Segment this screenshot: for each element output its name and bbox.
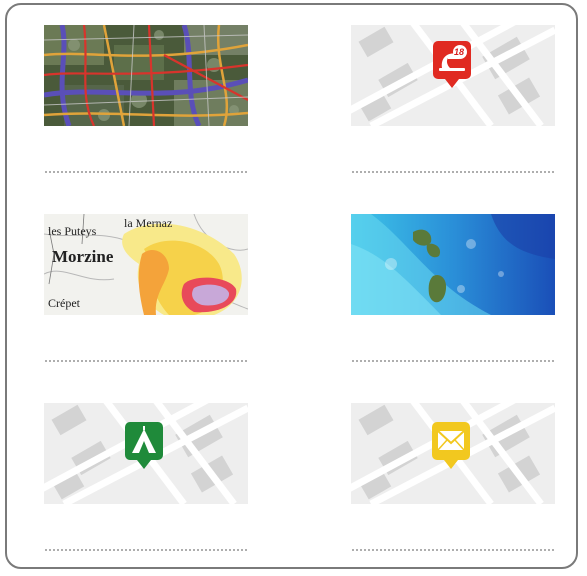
road-traffic-map [44, 25, 248, 126]
town-label-crepet: Crépet [48, 296, 80, 310]
answer-line-6 [351, 549, 555, 551]
post-office-pin [351, 403, 555, 504]
town-label-morzine: Morzine [52, 247, 114, 266]
town-label-la-mernaz: la Mernaz [124, 216, 173, 230]
answer-line-4 [351, 360, 555, 362]
fire-number-badge: 18 [454, 47, 465, 57]
answer-line-2 [351, 171, 555, 173]
campsite-pin [44, 403, 248, 504]
bathymetry-map [351, 214, 555, 315]
avalanche-risk-map: les Puteys la Mernaz Morzine Crépet [44, 214, 248, 315]
town-label-les-puteys: les Puteys [48, 224, 97, 238]
answer-line-5 [44, 549, 248, 551]
answer-line-3 [44, 360, 248, 362]
answer-line-1 [44, 171, 248, 173]
fire-station-pin: 18 [351, 25, 555, 126]
